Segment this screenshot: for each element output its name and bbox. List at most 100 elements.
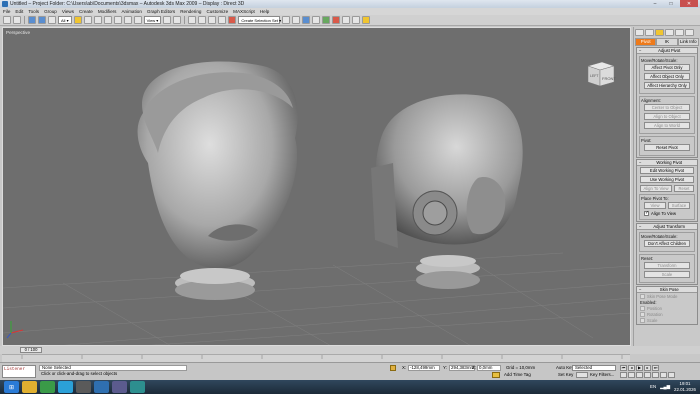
menu-file[interactable]: File [3,9,10,14]
skin-rotation-row[interactable]: Rotation [640,312,694,317]
language-indicator[interactable]: EN [650,384,656,389]
pivot-center-icon[interactable] [163,16,172,24]
menu-help[interactable]: Help [260,9,269,14]
redo-icon[interactable] [13,16,21,24]
menu-customize[interactable]: Customize [206,9,228,14]
menu-views[interactable]: Views [62,9,74,14]
skin-scale-row[interactable]: Scale [640,318,694,323]
menu-animation[interactable]: Animation [121,9,141,14]
edge-icon[interactable] [94,381,109,393]
maxscript-listener[interactable]: Listener [2,365,36,378]
menu-edit[interactable]: Edit [15,9,23,14]
3dsmax-taskbar-icon[interactable] [130,381,145,393]
set-key-label[interactable]: Set Key [558,372,573,378]
percent-snap-icon[interactable] [208,16,217,24]
telegram-icon[interactable] [58,381,73,393]
reference-coordinate-dropdown[interactable]: View ▾ [143,16,162,24]
file-explorer-icon[interactable] [22,381,37,393]
set-key-button[interactable] [576,372,588,378]
time-tag-icon[interactable] [492,372,500,378]
edit-named-selection-icon[interactable] [228,16,237,24]
tab-link-info[interactable]: Link Info [677,38,699,46]
select-by-name-icon[interactable] [83,16,92,24]
named-selection-dropdown[interactable]: Create Selection Set ▾ [238,16,281,24]
place-surface-button[interactable]: Surface [668,202,690,209]
menu-graph-editors[interactable]: Graph Editors [147,9,175,14]
tab-ik[interactable]: IK [656,38,678,46]
zoom-icon[interactable] [620,372,627,378]
skin-pose-mode-checkbox[interactable] [640,294,645,299]
affect-object-only-button[interactable]: Affect Object Only [644,73,690,80]
spinner-snap-icon[interactable] [218,16,227,24]
hierarchy-tab-icon[interactable] [655,29,664,36]
adjust-pivot-header[interactable]: Adjust Pivot [637,48,697,54]
key-mode-dropdown[interactable]: Selected [572,365,616,371]
zoom-all-icon[interactable] [628,372,635,378]
schematic-view-icon[interactable] [322,16,331,24]
skin-scale-checkbox[interactable] [640,318,645,323]
motion-tab-icon[interactable] [665,29,674,36]
affect-hierarchy-only-button[interactable]: Affect Hierarchy Only [644,82,690,89]
select-move-icon[interactable] [113,16,122,24]
reset-working-pivot-button[interactable]: Reset [674,185,694,192]
adjust-transform-header[interactable]: Adjust Transform [637,224,697,230]
menu-create[interactable]: Create [79,9,93,14]
layer-manager-icon[interactable] [302,16,311,24]
z-coordinate-field[interactable]: 0,0mm [477,365,501,371]
select-rotate-icon[interactable] [123,16,132,24]
undo-icon[interactable] [3,16,11,24]
menu-rendering[interactable]: Rendering [180,9,201,14]
key-filters-button[interactable]: Key Filters... [590,372,614,378]
edit-working-pivot-button[interactable]: Edit Working Pivot [640,167,694,174]
rectangular-selection-icon[interactable] [93,16,102,24]
time-slider[interactable]: 0 / 100 [20,347,42,353]
reset-scale-button[interactable]: Scale [644,271,690,278]
add-time-tag[interactable]: Add Time Tag [504,372,531,378]
next-frame-icon[interactable]: ▸ [644,365,651,371]
menu-modifiers[interactable]: Modifiers [98,9,117,14]
x-coordinate-field[interactable]: -128,499mm [408,365,440,371]
select-scale-icon[interactable] [133,16,142,24]
zoom-extents-icon[interactable] [636,372,643,378]
align-to-world-button[interactable]: Align to World [644,122,690,129]
app-icon[interactable] [2,1,8,7]
align-to-view-button[interactable]: Align To View [640,185,672,192]
close-button[interactable]: ✕ [680,0,698,7]
tab-pivot[interactable]: Pivot [635,38,657,46]
skin-rotation-checkbox[interactable] [640,312,645,317]
selection-lock-icon[interactable] [390,365,396,371]
remote-app-icon[interactable] [112,381,127,393]
snaps-toggle-icon[interactable] [188,16,197,24]
affect-pivot-only-button[interactable]: Affect Pivot Only [644,64,690,71]
minimize-button[interactable]: – [648,0,662,7]
skin-pose-header[interactable]: Skin Pose [637,287,697,293]
create-tab-icon[interactable] [635,29,644,36]
track-bar[interactable] [2,354,630,362]
use-working-pivot-button[interactable]: Use Working Pivot [640,176,694,183]
maximize-button[interactable]: □ [664,0,678,7]
viewcube-icon[interactable]: FRONT LEFT [580,56,620,96]
play-icon[interactable]: ▶ [636,365,643,371]
perspective-viewport[interactable]: Perspective FRONT LEFT [2,27,631,346]
rendered-frame-icon[interactable] [352,16,361,24]
mirror-icon[interactable] [282,16,291,24]
go-to-end-icon[interactable]: ⏭ [652,365,659,371]
menu-tools[interactable]: Tools [28,9,39,14]
network-icon[interactable]: ▂▄▆ [660,384,670,390]
render-setup-icon[interactable] [342,16,351,24]
unlink-icon[interactable] [38,16,46,24]
modify-tab-icon[interactable] [645,29,654,36]
skin-position-checkbox[interactable] [640,306,645,311]
field-of-view-icon[interactable] [644,372,651,378]
display-tab-icon[interactable] [675,29,684,36]
curve-editor-icon[interactable] [312,16,321,24]
align-to-view-checkbox[interactable] [644,210,649,216]
chrome-icon[interactable] [40,381,55,393]
center-to-object-button[interactable]: Center to Object [644,104,690,111]
manipulate-icon[interactable] [173,16,182,24]
utilities-tab-icon[interactable] [685,29,694,36]
window-crossing-icon[interactable] [103,16,112,24]
quick-render-icon[interactable] [362,16,371,24]
reset-pivot-button[interactable]: Reset Pivot [644,144,690,151]
select-object-icon[interactable] [73,16,82,24]
